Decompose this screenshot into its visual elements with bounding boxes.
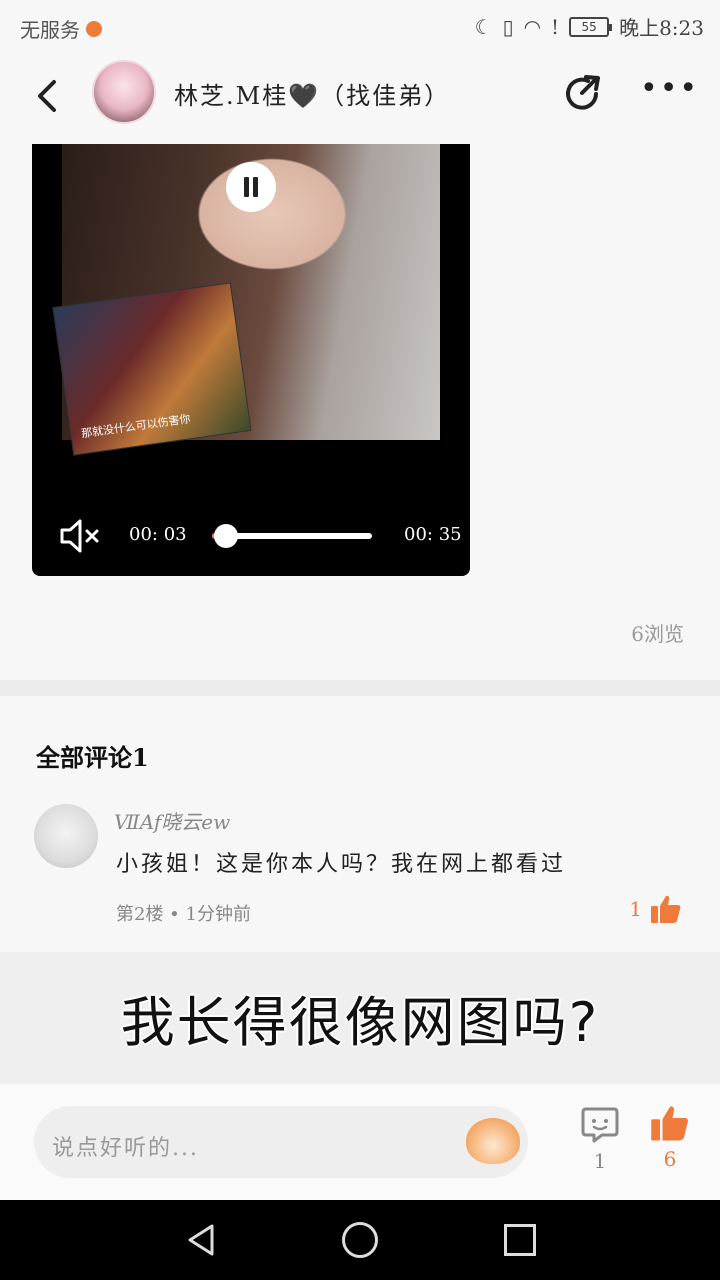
comment-like-count: 1 <box>629 897 642 921</box>
nav-home-icon[interactable] <box>342 1222 378 1258</box>
comment-text[interactable]: 小孩姐！这是你本人吗？我在网上都看过 <box>116 846 566 878</box>
view-count: 6浏览 <box>631 622 684 646</box>
avatar[interactable] <box>34 804 98 868</box>
bottom-bar: 说点好听的... 1 6 <box>0 1084 720 1200</box>
vibrate-icon: ▯ <box>502 14 514 39</box>
overlay-caption-band: 我长得很像网图吗? <box>0 952 720 1084</box>
progress-bar[interactable] <box>212 524 372 548</box>
status-bar: 无服务 ☾ ▯ ◠ ! 55 晚上8:23 <box>0 0 720 56</box>
comment-like-button[interactable]: 1 <box>629 894 682 924</box>
current-time: 00: 03 <box>129 524 187 545</box>
comments-button[interactable]: 1 <box>578 1106 622 1173</box>
carrier-label: 无服务 <box>20 18 80 42</box>
share-icon[interactable] <box>562 72 606 116</box>
input-placeholder: 说点好听的... <box>52 1136 199 1161</box>
video-controls: 00: 03 00: 35 <box>32 504 470 564</box>
comment-bubble-icon <box>581 1107 619 1143</box>
section-divider <box>0 680 720 696</box>
pause-icon-bar <box>244 177 249 197</box>
status-left: 无服务 <box>20 14 102 43</box>
comment-meta: 第2楼 • 1分钟前 <box>116 904 251 925</box>
mute-icon[interactable] <box>58 516 102 556</box>
video-sticker: 那就没什么可以伤害你 <box>52 282 252 456</box>
comments-title: 全部评论1 <box>36 743 149 772</box>
comment-username[interactable]: ⅦAf晓云ew <box>114 806 230 835</box>
wifi-icon: ◠ <box>523 14 542 39</box>
moon-icon: ☾ <box>474 14 493 39</box>
author-name[interactable]: 林芝.M桂🖤（找佳弟） <box>174 76 450 111</box>
comment-input[interactable]: 说点好听的... <box>34 1106 528 1178</box>
pause-icon-bar <box>253 177 258 197</box>
mascot-emoji-icon[interactable] <box>466 1118 520 1164</box>
like-count: 6 <box>663 1147 677 1171</box>
like-button[interactable]: 6 <box>646 1104 694 1171</box>
alert-icon: ! <box>551 14 560 39</box>
system-nav-bar <box>0 1200 720 1280</box>
comment-count: 1 <box>593 1149 607 1173</box>
nav-back-icon[interactable] <box>184 1222 220 1258</box>
notification-icon <box>86 20 102 37</box>
battery-icon: 55 <box>569 16 613 37</box>
status-right: ☾ ▯ ◠ ! 55 晚上8:23 <box>475 12 704 41</box>
post-content: 那就没什么可以伤害你 00: 03 00: 35 6浏览 <box>0 140 720 680</box>
clock: 晚上8:23 <box>619 16 704 40</box>
top-nav: 林芝.M桂🖤（找佳弟） ••• <box>0 56 720 140</box>
progress-knob[interactable] <box>213 524 238 548</box>
more-options-icon[interactable]: ••• <box>640 74 697 114</box>
pause-button[interactable] <box>226 162 276 212</box>
video-player[interactable]: 那就没什么可以伤害你 00: 03 00: 35 <box>32 144 470 576</box>
author-avatar[interactable] <box>92 60 156 124</box>
thumbs-up-icon <box>651 1106 688 1141</box>
total-time: 00: 35 <box>404 524 462 545</box>
comments-section: 全部评论1 ⅦAf晓云ew 小孩姐！这是你本人吗？我在网上都看过 第2楼 • 1… <box>0 696 720 952</box>
thumbs-up-icon <box>651 895 681 923</box>
back-arrow-icon[interactable] <box>28 76 68 116</box>
sticker-caption: 那就没什么可以伤害你 <box>80 412 192 441</box>
overlay-caption: 我长得很像网图吗? <box>120 991 600 1054</box>
nav-recents-icon[interactable] <box>504 1224 536 1256</box>
